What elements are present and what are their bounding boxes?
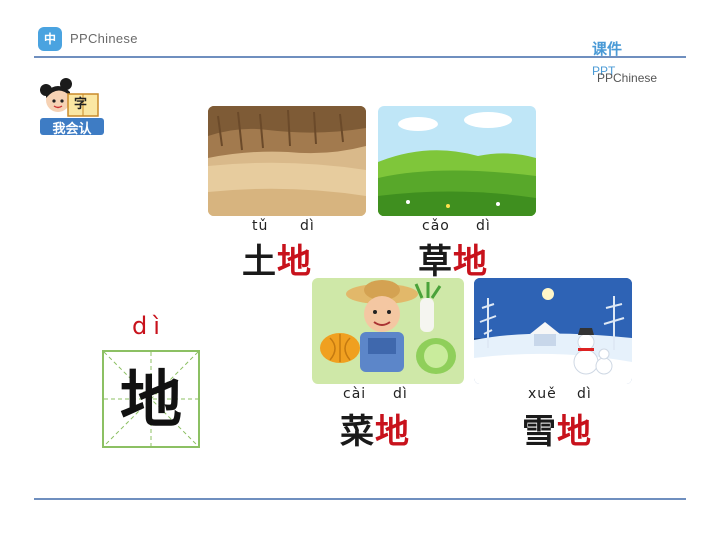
word-3: 菜地 — [340, 404, 410, 453]
word-2-pinyin-2: dì — [476, 218, 491, 234]
word-2-char-2: 地 — [453, 242, 488, 282]
word-1-pinyin-2: dì — [300, 218, 315, 234]
word-4-char-1: 雪 — [522, 412, 557, 452]
brand-name-right: PPChinese — [597, 71, 658, 85]
word-1-char-2: 地 — [277, 242, 312, 282]
farmer-image — [312, 278, 464, 384]
footer-divider — [34, 498, 686, 500]
word-3-pinyin-2: dì — [393, 386, 408, 402]
word-4-pinyin-1: xuě — [528, 386, 557, 402]
header-divider — [34, 56, 686, 58]
badge-top-char: 字 — [74, 97, 88, 112]
word-3-char-2: 地 — [375, 412, 410, 452]
badge-label: 我会认 — [52, 122, 92, 137]
grassland-picture — [378, 106, 536, 216]
word-1-pinyin-1: tǔ — [252, 218, 269, 234]
brand-name: PPChinese — [70, 31, 138, 46]
word-4-char-2: 地 — [557, 412, 592, 452]
lesson-character: 地 — [119, 363, 182, 436]
farmer-vegetables-picture — [312, 278, 464, 384]
word-4: 雪地 — [522, 404, 592, 453]
snow-landscape-picture — [474, 278, 632, 384]
word-2-pinyin-1: cǎo — [422, 218, 450, 234]
snow-image — [474, 278, 632, 384]
grassland-image — [378, 106, 536, 216]
word-3-pinyin-1: cài — [343, 386, 367, 402]
soil-image — [208, 106, 366, 216]
word-4-pinyin-2: dì — [577, 386, 592, 402]
word-1-char-1: 土 — [242, 242, 277, 282]
character-pinyin: dì — [132, 312, 166, 340]
word-2: 草地 — [418, 234, 488, 283]
word-2-char-1: 草 — [418, 242, 453, 282]
word-1: 土地 — [242, 234, 312, 283]
soil-landscape-picture — [208, 106, 366, 216]
app-logo-glyph: 中 — [43, 32, 56, 46]
word-3-char-1: 菜 — [340, 412, 375, 452]
